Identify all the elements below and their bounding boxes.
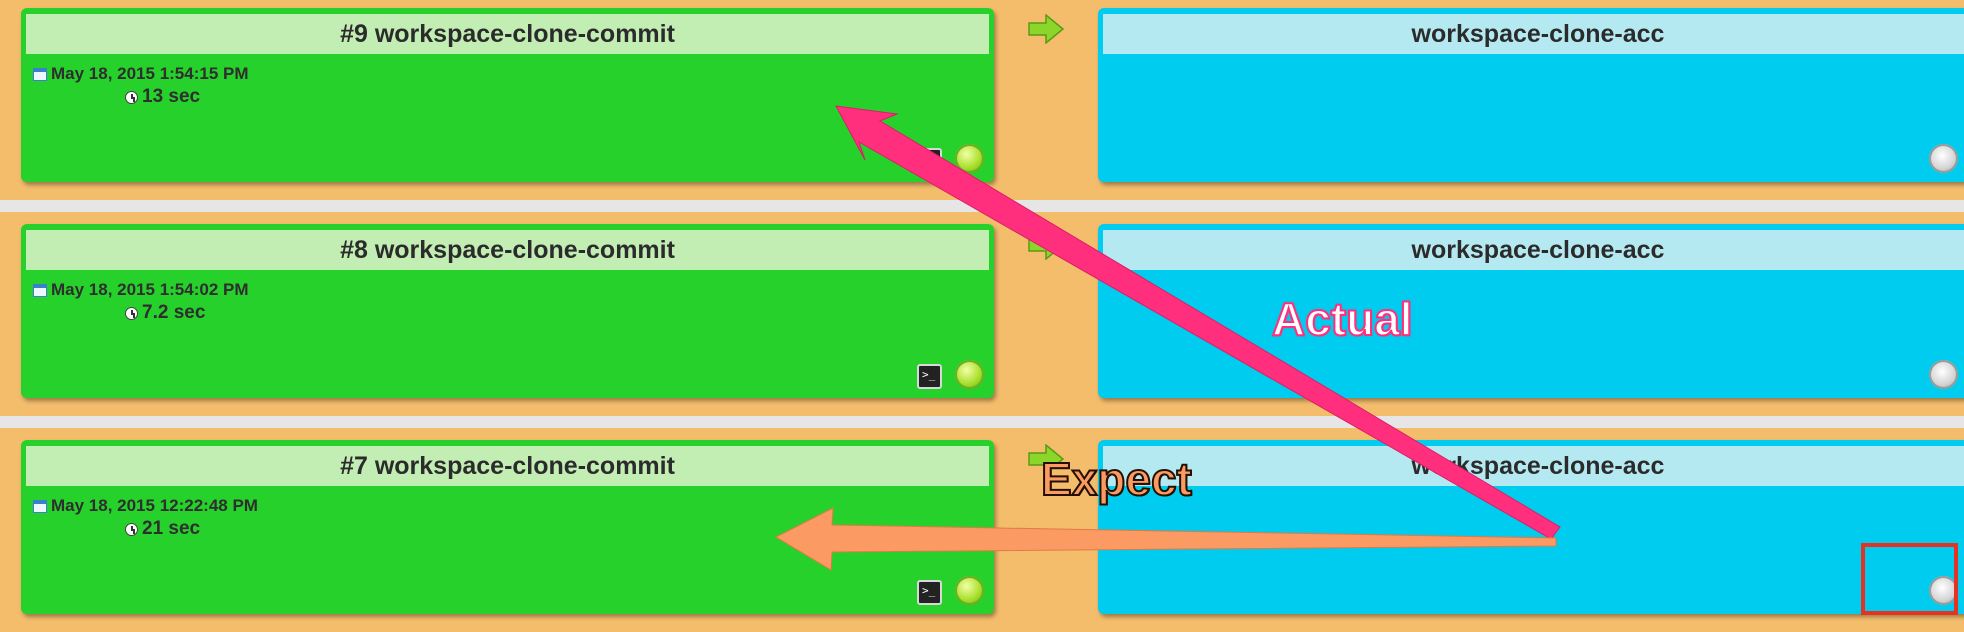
downstream-card[interactable]: workspace-clone-acc xyxy=(1098,440,1964,614)
rebuild-icon[interactable] xyxy=(955,360,984,389)
build-duration: 7.2 sec xyxy=(142,302,206,323)
arrow-right-icon xyxy=(1028,230,1064,260)
arrow-right-icon xyxy=(1028,14,1064,44)
highlight-box xyxy=(1861,543,1958,615)
expect-label: Expect xyxy=(1040,452,1193,506)
pipeline-row: #8 workspace-clone-commit May 18, 2015 1… xyxy=(0,216,1964,412)
trigger-build-icon[interactable] xyxy=(1929,144,1958,173)
row-divider xyxy=(0,200,1964,212)
build-date: May 18, 2015 1:54:15 PM xyxy=(51,64,249,83)
build-duration: 21 sec xyxy=(142,518,201,539)
build-date: May 18, 2015 12:22:48 PM xyxy=(51,496,258,515)
downstream-title[interactable]: workspace-clone-acc xyxy=(1103,446,1964,486)
row-divider xyxy=(0,416,1964,428)
pipeline-row: #7 workspace-clone-commit May 18, 2015 1… xyxy=(0,432,1964,628)
downstream-card[interactable]: workspace-clone-acc xyxy=(1098,224,1964,398)
downstream-title[interactable]: workspace-clone-acc xyxy=(1103,230,1964,270)
build-title[interactable]: #7 workspace-clone-commit xyxy=(26,446,989,486)
downstream-title[interactable]: workspace-clone-acc xyxy=(1103,14,1964,54)
clock-icon xyxy=(125,522,138,536)
build-card[interactable]: #7 workspace-clone-commit May 18, 2015 1… xyxy=(21,440,994,614)
calendar-icon xyxy=(33,499,47,513)
calendar-icon xyxy=(33,283,47,297)
build-card[interactable]: #8 workspace-clone-commit May 18, 2015 1… xyxy=(21,224,994,398)
trigger-build-icon[interactable] xyxy=(1929,360,1958,389)
build-date: May 18, 2015 1:54:02 PM xyxy=(51,280,249,299)
rebuild-icon[interactable] xyxy=(955,576,984,605)
console-icon[interactable]: >_ xyxy=(917,364,942,389)
build-duration: 13 sec xyxy=(142,86,201,107)
downstream-card[interactable]: workspace-clone-acc xyxy=(1098,8,1964,182)
actual-label: Actual xyxy=(1271,292,1414,346)
build-card[interactable]: #9 workspace-clone-commit May 18, 2015 1… xyxy=(21,8,994,182)
clock-icon xyxy=(125,306,138,320)
build-title[interactable]: #9 workspace-clone-commit xyxy=(26,14,989,54)
pipeline-row: #9 workspace-clone-commit May 18, 2015 1… xyxy=(0,0,1964,196)
rebuild-icon[interactable] xyxy=(955,144,984,173)
console-icon[interactable]: >_ xyxy=(917,148,942,173)
calendar-icon xyxy=(33,67,47,81)
console-icon[interactable]: >_ xyxy=(917,580,942,605)
build-title[interactable]: #8 workspace-clone-commit xyxy=(26,230,989,270)
clock-icon xyxy=(125,90,138,104)
